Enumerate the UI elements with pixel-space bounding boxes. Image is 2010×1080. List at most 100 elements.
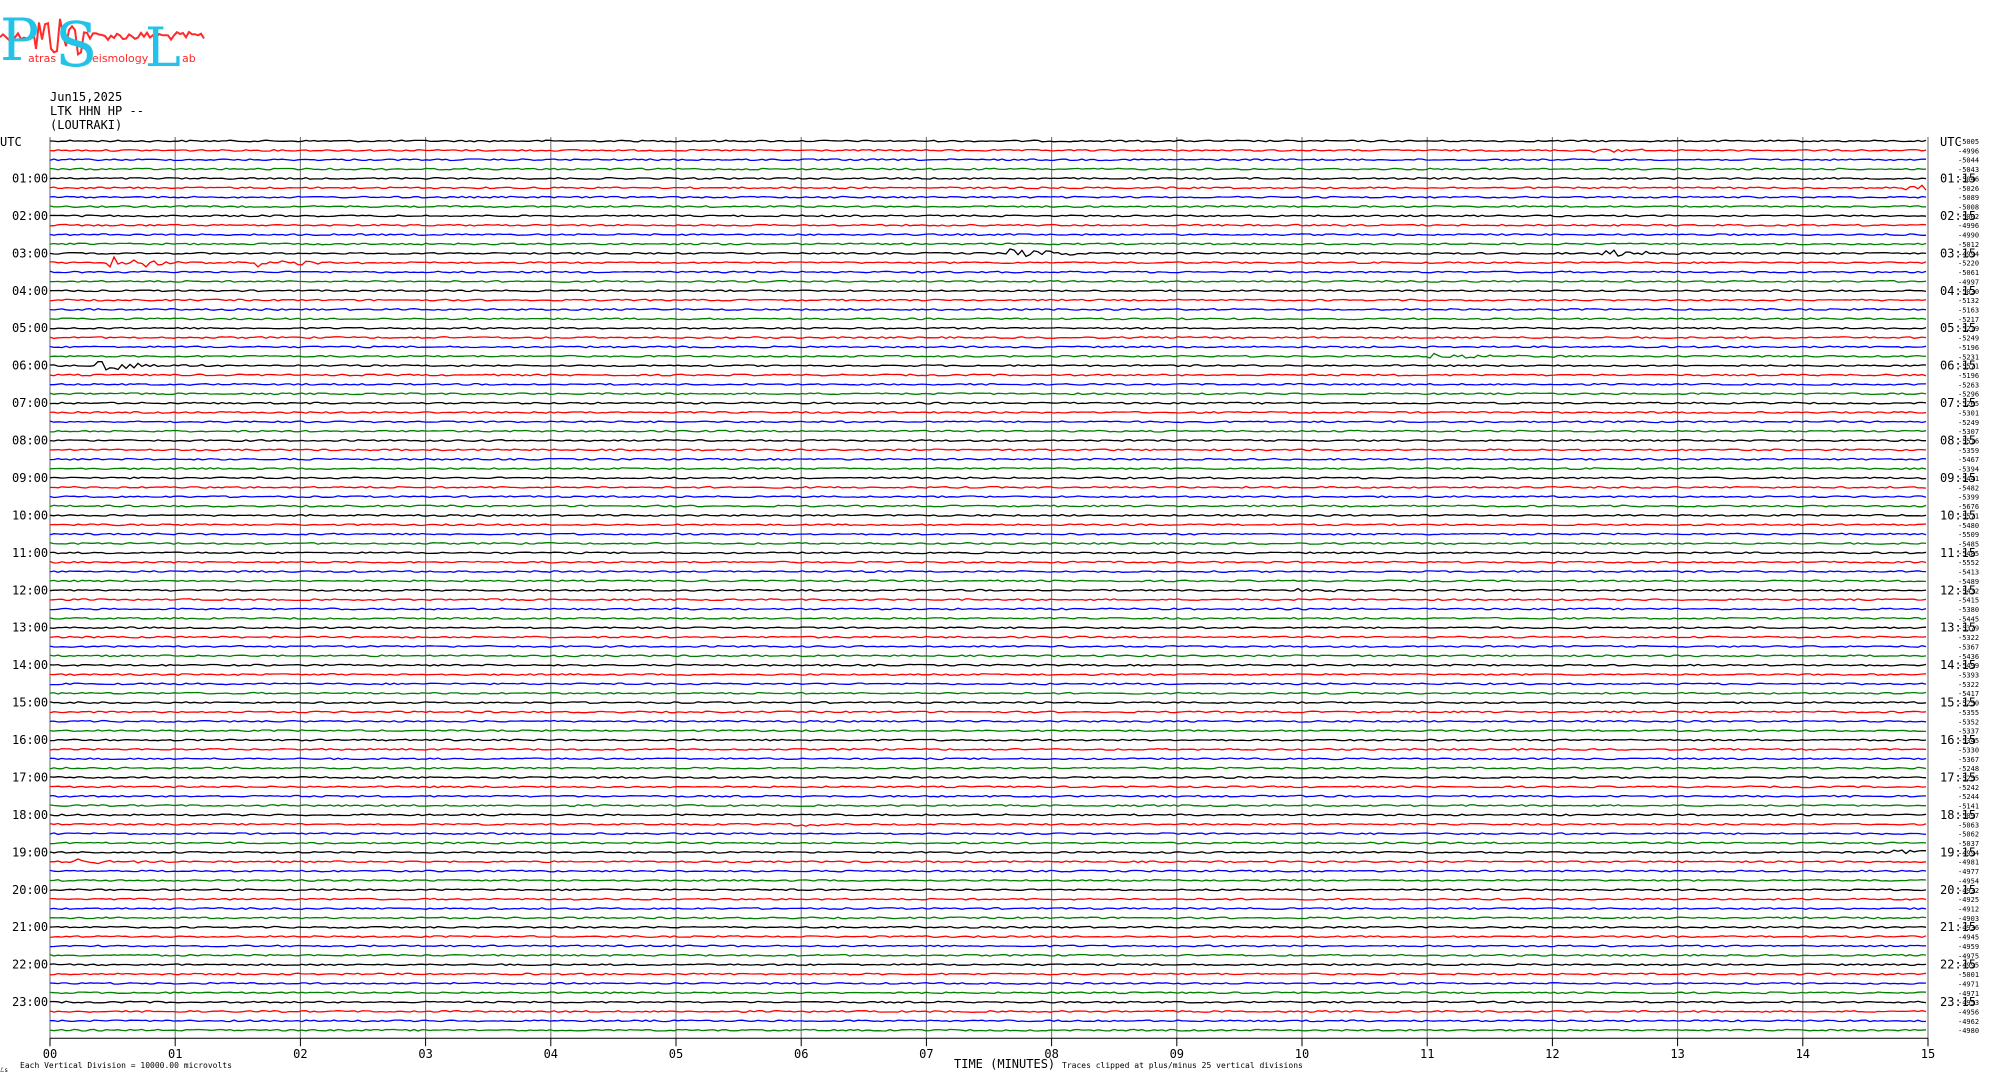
left-hour-label: 08:00 xyxy=(12,434,48,448)
seismic-trace xyxy=(49,925,1927,929)
trace-offset-label: -4996 xyxy=(1958,222,1979,230)
x-tick-label: 04 xyxy=(544,1047,558,1061)
right-hour-label: 20:15 xyxy=(1940,883,1976,897)
trace-offset-label: -5063 xyxy=(1958,821,1979,829)
seismic-trace xyxy=(49,654,1927,658)
trace-offset-label: -5355 xyxy=(1958,709,1979,717)
seismic-trace xyxy=(49,991,1927,995)
right-hour-label: 11:15 xyxy=(1940,546,1976,560)
x-tick-label: 05 xyxy=(669,1047,683,1061)
trace-offset-label: -5322 xyxy=(1958,634,1979,642)
left-hour-label: 13:00 xyxy=(12,621,48,635)
seismic-trace xyxy=(50,916,1927,920)
trace-offset-label: -5380 xyxy=(1958,606,1979,614)
seismic-trace xyxy=(49,804,1926,808)
seismic-trace xyxy=(49,223,1927,227)
trace-offset-label: -5244 xyxy=(1958,793,1979,801)
seismic-trace xyxy=(49,317,1927,321)
right-hour-label: 10:15 xyxy=(1940,508,1976,522)
x-tick-label: 14 xyxy=(1796,1047,1810,1061)
seismic-trace xyxy=(49,420,1927,424)
trace-lines xyxy=(49,139,1927,1032)
trace-offset-label: -5367 xyxy=(1958,756,1979,764)
seismic-trace xyxy=(49,401,1927,405)
left-hour-label: 16:00 xyxy=(12,733,48,747)
trace-offset-label: -5132 xyxy=(1958,297,1979,305)
seismic-trace xyxy=(49,858,1927,865)
seismic-trace xyxy=(49,560,1927,564)
seismic-trace xyxy=(49,248,1927,258)
left-hour-label: 09:00 xyxy=(12,471,48,485)
seismic-trace xyxy=(49,308,1927,311)
trace-offset-label: -4912 xyxy=(1958,906,1979,914)
right-hour-label: 18:15 xyxy=(1940,808,1976,822)
right-hour-label: 21:15 xyxy=(1940,920,1976,934)
seismic-trace xyxy=(49,953,1927,957)
trace-offset-label: -5467 xyxy=(1958,456,1979,464)
x-tick-label: 03 xyxy=(418,1047,432,1061)
seismic-trace xyxy=(49,523,1927,527)
left-hour-label: 04:00 xyxy=(12,284,48,298)
seismic-trace xyxy=(49,719,1927,723)
seismic-trace xyxy=(49,345,1927,349)
minute-grid xyxy=(49,137,1929,1047)
seismic-trace xyxy=(49,813,1927,817)
seismic-trace xyxy=(49,729,1927,733)
trace-offset-label: -5413 xyxy=(1958,569,1979,577)
trace-offset-label: -5367 xyxy=(1958,643,1979,651)
left-hour-label: 22:00 xyxy=(12,958,48,972)
left-hour-label: 03:00 xyxy=(12,246,48,260)
left-hour-label: 05:00 xyxy=(12,321,48,335)
right-hour-label: 07:15 xyxy=(1940,396,1976,410)
trace-offset-label: -4962 xyxy=(1958,1018,1979,1026)
seismic-trace xyxy=(49,673,1927,676)
seismic-trace xyxy=(49,485,1927,489)
seismic-trace xyxy=(49,1010,1927,1013)
right-hour-label: 12:15 xyxy=(1940,583,1976,597)
right-hour-label: 22:15 xyxy=(1940,958,1976,972)
seismic-trace xyxy=(49,944,1927,948)
seismic-trace xyxy=(49,972,1927,976)
seismic-trace xyxy=(49,233,1926,237)
trace-offset-label: -5061 xyxy=(1958,269,1979,277)
trace-offset-label: -5399 xyxy=(1958,494,1979,502)
trace-offset-label: -5482 xyxy=(1958,484,1979,492)
trace-offset-label: -5552 xyxy=(1958,559,1979,567)
seismic-trace xyxy=(49,766,1927,770)
seismic-trace xyxy=(50,607,1927,611)
trace-offset-label: -5322 xyxy=(1958,681,1979,689)
seismic-trace xyxy=(49,1000,1927,1004)
left-utc-title: UTC xyxy=(0,135,22,149)
seismic-trace xyxy=(49,373,1927,377)
seismic-trace xyxy=(49,195,1927,199)
trace-offset-label: -4990 xyxy=(1958,232,1979,240)
x-tick-label: 01 xyxy=(168,1047,182,1061)
right-hour-label: 02:15 xyxy=(1940,209,1976,223)
left-hour-label: 14:00 xyxy=(12,658,48,672)
trace-offset-label: -5263 xyxy=(1958,381,1979,389)
axis-labels: UTC UTC TIME (MINUTES) Each Vertical Div… xyxy=(0,135,1979,1074)
trace-offset-label: -5359 xyxy=(1958,447,1979,455)
trace-offset-label: -5089 xyxy=(1958,194,1979,202)
left-hour-label: 02:00 xyxy=(12,209,48,223)
seismic-trace xyxy=(49,476,1927,480)
seismic-trace xyxy=(49,691,1927,695)
trace-offset-label: -4956 xyxy=(1958,1009,1979,1017)
left-hour-label: 17:00 xyxy=(12,771,48,785)
seismic-trace xyxy=(49,205,1927,208)
seismic-trace xyxy=(49,326,1927,330)
seismic-trace xyxy=(49,457,1927,461)
right-hour-label: 14:15 xyxy=(1940,658,1976,672)
trace-offset-label: -4959 xyxy=(1958,943,1979,951)
right-hour-label: 17:15 xyxy=(1940,771,1976,785)
left-hour-label: 07:00 xyxy=(12,396,48,410)
seismic-trace xyxy=(49,776,1927,779)
seismic-trace xyxy=(49,841,1927,845)
seismic-trace xyxy=(49,504,1927,508)
seismic-trace xyxy=(49,822,1927,827)
seismic-trace xyxy=(49,981,1927,985)
trace-offset-label: -5026 xyxy=(1958,185,1979,193)
x-tick-label: 06 xyxy=(794,1047,808,1061)
trace-offset-label: -5001 xyxy=(1958,971,1979,979)
seismic-trace xyxy=(49,167,1926,171)
